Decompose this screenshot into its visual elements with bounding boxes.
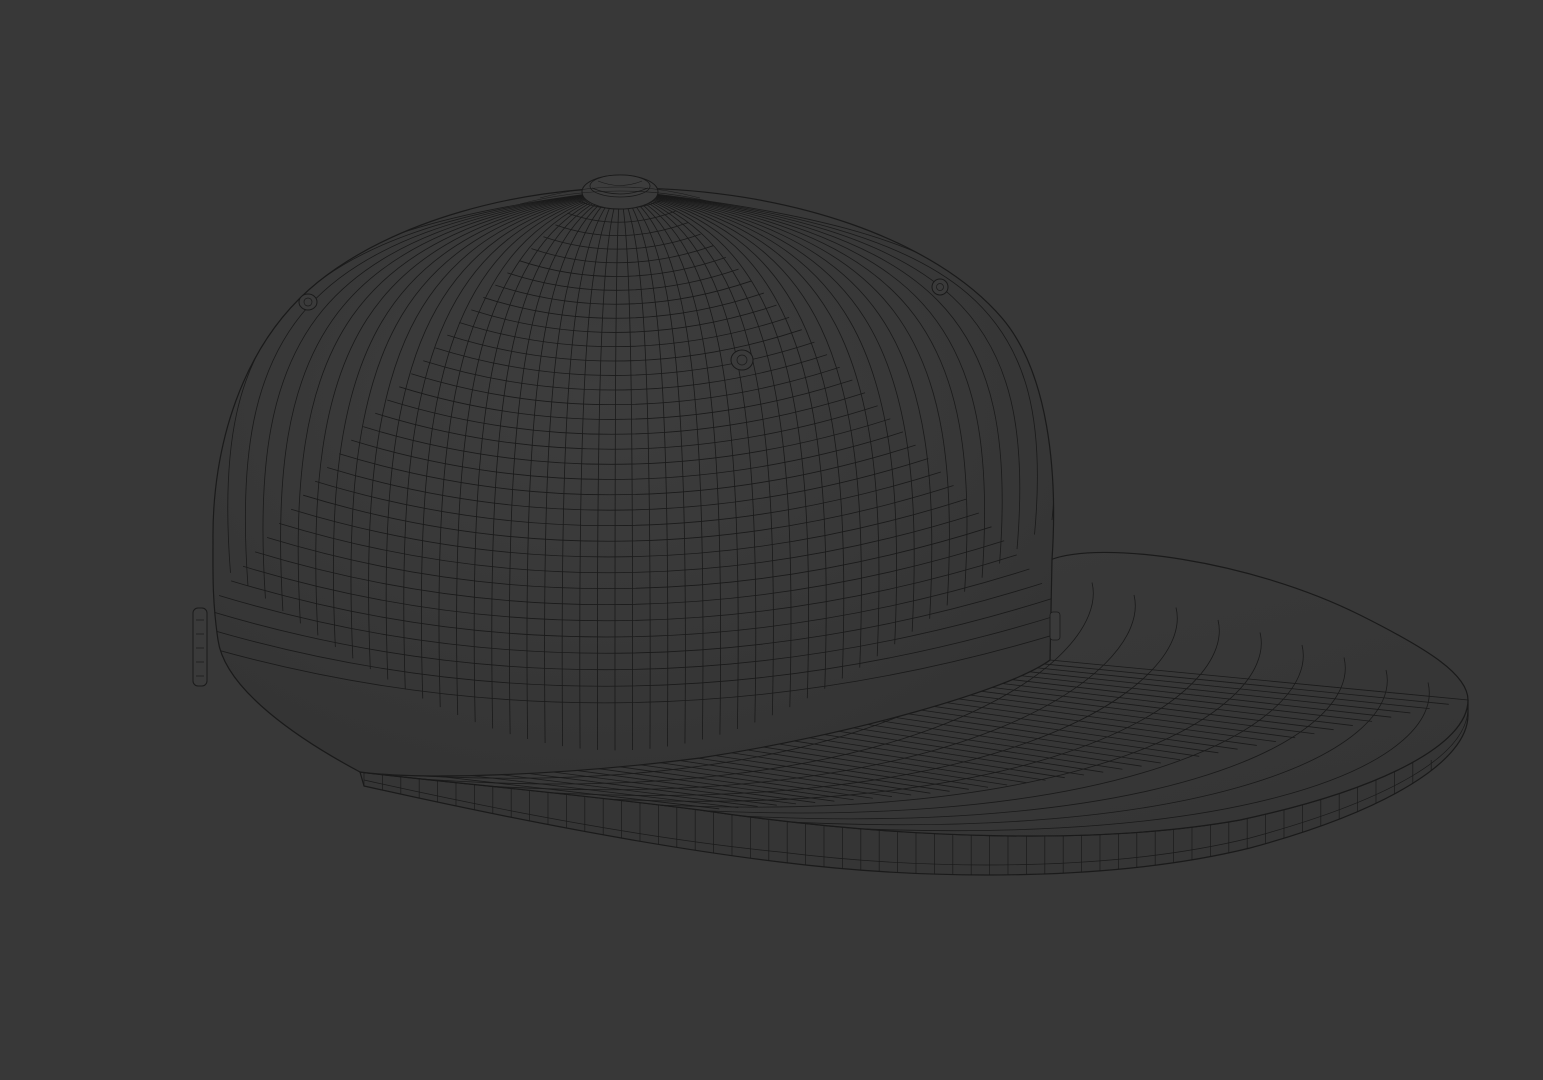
snapback-strap [192, 607, 208, 687]
cap-wireframe-render[interactable] [0, 0, 1543, 1080]
cap-crown [212, 187, 1055, 777]
eyelet-left [298, 293, 318, 311]
eyelet-center [730, 349, 754, 371]
eyelet-right [931, 278, 949, 296]
3d-viewport[interactable] [0, 0, 1543, 1080]
side-seam-bump [1049, 611, 1061, 641]
